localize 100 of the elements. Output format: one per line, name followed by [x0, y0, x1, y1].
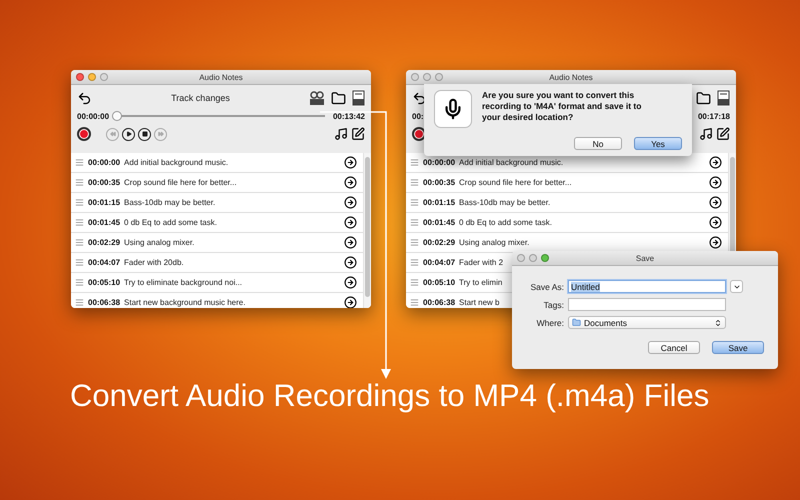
- arrow-right-icon[interactable]: [344, 256, 357, 269]
- zoom-button[interactable]: [435, 73, 443, 81]
- end-time: 00:17:18: [698, 112, 730, 120]
- drag-handle-icon[interactable]: [410, 278, 419, 287]
- document-icon[interactable]: [717, 90, 730, 106]
- drag-handle-icon[interactable]: [410, 238, 419, 247]
- scrollbar[interactable]: [363, 153, 371, 308]
- minimize-button[interactable]: [423, 73, 431, 81]
- document-icon[interactable]: [352, 90, 365, 106]
- close-button[interactable]: [411, 73, 419, 81]
- note-row[interactable]: 00:01:45 0 db Eq to add some task.: [406, 213, 728, 233]
- note-row[interactable]: 00:00:35 Crop sound file here for better...: [71, 173, 363, 193]
- note-text: Try to elimin: [459, 278, 502, 287]
- dialog-button[interactable]: Save: [712, 341, 764, 354]
- drag-handle-icon[interactable]: [410, 218, 419, 227]
- field-label: Where:: [536, 318, 564, 328]
- note-row[interactable]: 00:02:29 Using analog mixer.: [71, 233, 363, 253]
- caption: Convert Audio Recordings to MP4 (.m4a) Files: [70, 378, 710, 414]
- zoom-button[interactable]: [541, 254, 549, 262]
- rewind-icon: [110, 131, 116, 137]
- note-time: 00:01:15: [423, 198, 456, 207]
- stop-button[interactable]: [138, 128, 151, 140]
- drag-handle-icon[interactable]: [410, 178, 419, 187]
- arrow-right-icon[interactable]: [709, 196, 722, 209]
- updown-arrows-icon: [714, 318, 722, 326]
- window-title: Save: [636, 254, 654, 262]
- minimize-button[interactable]: [529, 254, 537, 262]
- input-field[interactable]: Untitled: [568, 280, 726, 293]
- note-text: Fader with 2: [459, 258, 504, 267]
- music-note-icon[interactable]: [334, 127, 348, 141]
- close-button[interactable]: [76, 73, 84, 81]
- music-note-icon[interactable]: [699, 127, 713, 141]
- note-time: 00:05:10: [423, 278, 456, 287]
- note-time: 00:06:38: [88, 298, 120, 307]
- arrow-right-icon[interactable]: [344, 196, 357, 209]
- end-time: 00:13:42: [332, 112, 365, 120]
- drag-handle-icon[interactable]: [75, 278, 84, 287]
- play-icon: [126, 131, 132, 137]
- arrow-right-icon[interactable]: [709, 236, 722, 249]
- location-popup[interactable]: Documents: [568, 316, 726, 329]
- note-row[interactable]: 00:01:15 Bass-10db may be better.: [406, 193, 728, 213]
- record-button[interactable]: [77, 127, 91, 141]
- drag-handle-icon[interactable]: [410, 198, 419, 207]
- undo-icon[interactable]: [412, 90, 427, 106]
- edit-icon[interactable]: [351, 127, 365, 141]
- note-row[interactable]: 00:01:15 Bass-10db may be better.: [71, 193, 363, 213]
- arrow-right-icon[interactable]: [344, 276, 357, 289]
- drag-handle-icon[interactable]: [75, 178, 84, 187]
- dialog-button[interactable]: Cancel: [648, 341, 700, 354]
- note-row[interactable]: 00:05:10 Try to eliminate background noi...: [71, 273, 363, 293]
- close-button[interactable]: [517, 254, 525, 262]
- arrow-right-icon[interactable]: [344, 156, 357, 169]
- drag-handle-icon[interactable]: [75, 218, 84, 227]
- dialog-button[interactable]: No: [574, 137, 622, 150]
- note-time: 00:04:07: [423, 258, 456, 267]
- arrow-right-icon[interactable]: [709, 216, 722, 229]
- note-text: Add initial background music.: [459, 158, 564, 167]
- note-row[interactable]: 00:00:35 Crop sound file here for better...: [406, 173, 728, 193]
- arrow-right-icon[interactable]: [344, 176, 357, 189]
- drag-handle-icon[interactable]: [75, 258, 84, 267]
- minimize-button[interactable]: [88, 73, 96, 81]
- edit-icon[interactable]: [716, 127, 730, 141]
- arrow-right-icon[interactable]: [344, 216, 357, 229]
- note-text: Bass-10db may be better.: [459, 198, 550, 207]
- input-field[interactable]: [568, 298, 726, 311]
- drag-handle-icon[interactable]: [410, 158, 419, 167]
- note-text: Try to eliminate background noi...: [124, 278, 242, 287]
- dialog-message: Are you sure you want to convert this recording to 'M4A' format and save it to your desired location?: [482, 90, 642, 124]
- track-heading: Track changes: [170, 93, 231, 103]
- drag-handle-icon[interactable]: [410, 258, 419, 267]
- arrow-right-icon[interactable]: [709, 156, 722, 169]
- note-row[interactable]: 00:04:07 Fader with 20db.: [71, 253, 363, 273]
- arrow-right-icon[interactable]: [344, 236, 357, 249]
- drag-handle-icon[interactable]: [75, 158, 84, 167]
- drag-handle-icon[interactable]: [75, 238, 84, 247]
- note-time: 00:00:00: [88, 158, 120, 167]
- folder-icon[interactable]: [331, 90, 346, 106]
- note-row[interactable]: 00:01:45 0 db Eq to add some task.: [71, 213, 363, 233]
- drag-handle-icon[interactable]: [75, 198, 84, 207]
- arrow-right-icon[interactable]: [344, 296, 357, 308]
- drag-handle-icon[interactable]: [75, 298, 84, 307]
- progress-thumb[interactable]: [112, 111, 122, 121]
- start-time: 00:: [412, 112, 424, 120]
- play-button[interactable]: [122, 128, 135, 140]
- note-text: Add initial background music.: [124, 158, 228, 167]
- undo-icon[interactable]: [77, 90, 92, 106]
- note-time: 00:00:35: [88, 178, 120, 187]
- dialog-button[interactable]: Yes: [634, 137, 682, 150]
- note-text: Start new b: [459, 298, 500, 307]
- folder-icon: [572, 318, 581, 327]
- note-row[interactable]: 00:00:00 Add initial background music.: [71, 153, 363, 173]
- field-label: Save As:: [529, 282, 564, 292]
- arrow-right-icon[interactable]: [709, 176, 722, 189]
- drag-handle-icon[interactable]: [410, 298, 419, 307]
- expand-button[interactable]: [730, 280, 743, 293]
- note-time: 00:01:45: [88, 218, 120, 227]
- note-time: 00:02:29: [423, 238, 456, 247]
- folder-icon[interactable]: [696, 90, 711, 106]
- zoom-button[interactable]: [100, 73, 108, 81]
- note-time: 00:01:45: [423, 218, 456, 227]
